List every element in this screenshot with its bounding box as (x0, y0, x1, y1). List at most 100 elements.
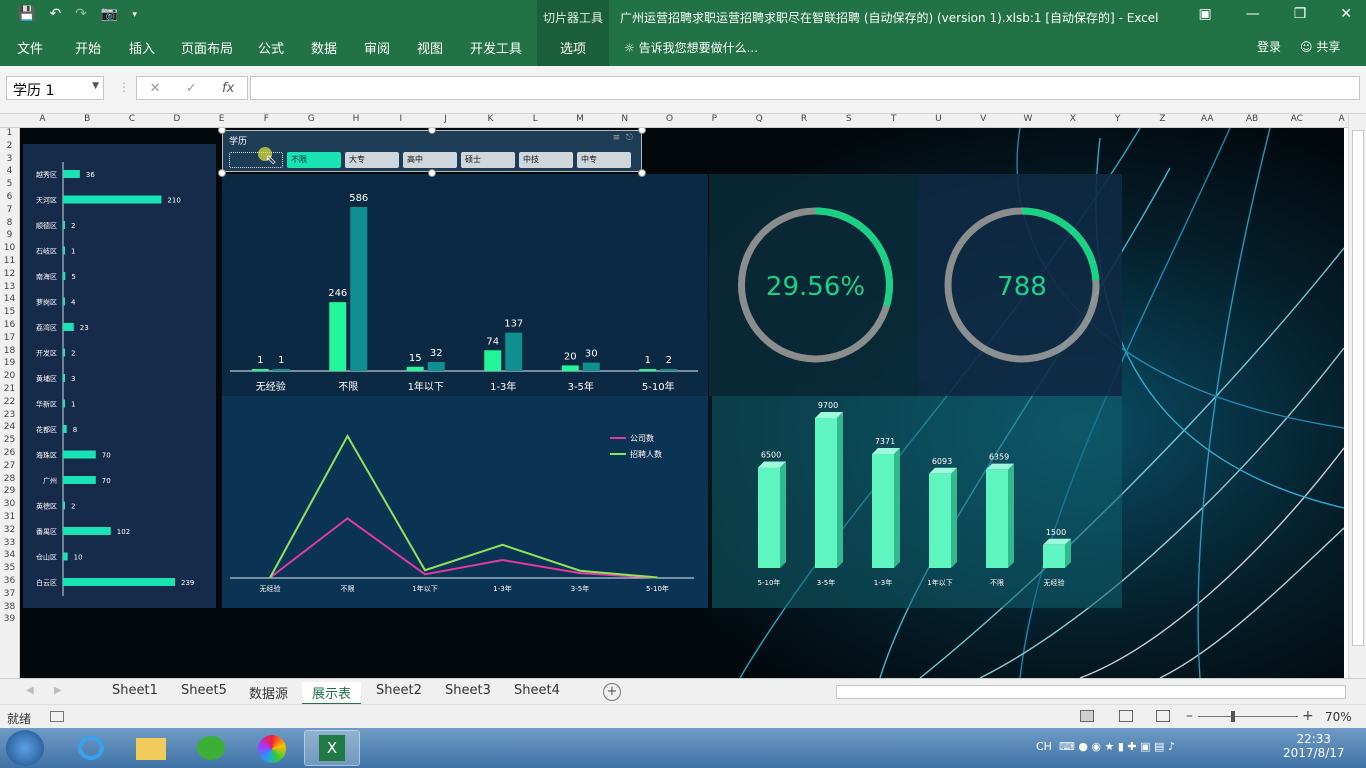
zoom-in-button[interactable]: + (1302, 708, 1314, 724)
zoom-slider-knob[interactable] (1231, 711, 1235, 722)
vertical-scrollbar[interactable] (1348, 114, 1366, 678)
page-break-view-icon[interactable] (1156, 710, 1170, 722)
row-header[interactable]: 39 (0, 614, 19, 624)
formula-input[interactable] (250, 76, 1360, 100)
row-header[interactable]: 4 (0, 166, 19, 176)
column-header[interactable]: AA (1185, 114, 1230, 124)
save-icon[interactable]: 💾 (18, 6, 35, 22)
row-header[interactable]: 26 (0, 448, 19, 458)
scroll-left-icon[interactable]: ◀ (26, 685, 34, 696)
share-button[interactable]: ☺ 共享 (1294, 35, 1346, 58)
row-header[interactable]: 23 (0, 410, 19, 420)
column-header[interactable]: F (244, 114, 289, 124)
slicer-item[interactable]: 中技 (519, 152, 573, 168)
column-header[interactable]: B (65, 114, 110, 124)
row-header[interactable]: 11 (0, 256, 19, 266)
scroll-right-icon[interactable]: ▶ (54, 685, 62, 696)
row-header[interactable]: 31 (0, 512, 19, 522)
row-header[interactable]: 2 (0, 141, 19, 151)
photos-icon[interactable] (244, 730, 300, 766)
row-header[interactable]: 21 (0, 384, 19, 394)
zoom-level[interactable]: 70% (1325, 710, 1352, 724)
row-header[interactable]: 13 (0, 282, 19, 292)
tab-formulas[interactable]: 公式 (258, 38, 284, 57)
column-header[interactable]: Q (737, 114, 782, 124)
row-header[interactable]: 8 (0, 218, 19, 228)
column-header[interactable]: K (468, 114, 513, 124)
enter-icon[interactable]: ✓ (186, 81, 197, 96)
column-header[interactable]: I (378, 114, 423, 124)
row-header[interactable]: 19 (0, 358, 19, 368)
row-header[interactable]: 6 (0, 192, 19, 202)
slicer-item[interactable]: 不限 (287, 152, 341, 168)
row-header[interactable]: 5 (0, 179, 19, 189)
resize-handle[interactable] (638, 169, 646, 177)
column-header[interactable]: D (154, 114, 199, 124)
sheet-tab-sheet4[interactable]: Sheet4 (504, 682, 570, 699)
undo-icon[interactable]: ↶ (49, 6, 61, 22)
multi-select-icon[interactable]: ≡ (613, 133, 621, 143)
row-header[interactable]: 32 (0, 525, 19, 535)
normal-view-icon[interactable] (1080, 710, 1094, 722)
column-header[interactable]: U (916, 114, 961, 124)
zoom-out-button[interactable]: – (1186, 708, 1193, 724)
row-header[interactable]: 22 (0, 397, 19, 407)
column-header[interactable]: N (602, 114, 647, 124)
slicer-item[interactable]: 硕士 (461, 152, 515, 168)
customize-qat-icon[interactable]: ▾ (132, 10, 137, 22)
column-header[interactable]: X (1050, 114, 1095, 124)
column-header[interactable]: AC (1274, 114, 1319, 124)
macro-record-icon[interactable] (50, 711, 64, 722)
column-header[interactable]: V (961, 114, 1006, 124)
excel-taskbar-icon[interactable]: X (304, 730, 360, 766)
system-clock[interactable]: 22:33 2017/8/17 (1283, 732, 1345, 760)
column-header[interactable]: T (871, 114, 916, 124)
column-header[interactable]: J (423, 114, 468, 124)
row-header[interactable]: 18 (0, 346, 19, 356)
row-header[interactable]: 17 (0, 333, 19, 343)
row-header[interactable]: 35 (0, 563, 19, 573)
column-header[interactable]: P (692, 114, 737, 124)
column-header[interactable]: W (1006, 114, 1051, 124)
tab-file[interactable]: 文件 (17, 38, 43, 57)
row-header[interactable]: 16 (0, 320, 19, 330)
tab-developer[interactable]: 开发工具 (470, 38, 522, 57)
cancel-icon[interactable]: ✕ (150, 81, 161, 96)
row-header[interactable]: 38 (0, 602, 19, 612)
column-header[interactable]: A (20, 114, 65, 124)
ime-indicator[interactable]: CH (1036, 740, 1052, 753)
column-header[interactable]: L (513, 114, 558, 124)
column-header[interactable]: Y (1095, 114, 1140, 124)
slicer-item[interactable]: 大专 (345, 152, 399, 168)
column-header[interactable]: S (826, 114, 871, 124)
column-header[interactable]: H (334, 114, 379, 124)
column-header[interactable]: M (558, 114, 603, 124)
row-header[interactable]: 34 (0, 550, 19, 560)
column-header[interactable]: AB (1230, 114, 1275, 124)
row-header[interactable]: 30 (0, 499, 19, 509)
resize-handle[interactable] (218, 169, 226, 177)
resize-handle[interactable] (428, 169, 436, 177)
sheet-tab-data-source[interactable]: 数据源 (239, 682, 298, 703)
row-header[interactable]: 14 (0, 294, 19, 304)
zoom-slider[interactable] (1198, 716, 1298, 717)
login-link[interactable]: 登录 (1257, 38, 1281, 55)
page-layout-view-icon[interactable] (1119, 710, 1133, 722)
column-header[interactable]: G (289, 114, 334, 124)
start-button[interactable] (6, 730, 44, 766)
row-header[interactable]: 3 (0, 154, 19, 164)
row-header[interactable]: 37 (0, 589, 19, 599)
row-header[interactable]: 12 (0, 269, 19, 279)
row-header[interactable]: 15 (0, 307, 19, 317)
close-icon[interactable]: ✕ (1340, 6, 1352, 22)
slicer-item[interactable]: 高中 (403, 152, 457, 168)
tab-page-layout[interactable]: 页面布局 (181, 38, 233, 57)
row-header[interactable]: 7 (0, 205, 19, 215)
row-header[interactable]: 9 (0, 230, 19, 240)
tab-insert[interactable]: 插入 (129, 38, 155, 57)
camera-icon[interactable]: 📷 (101, 6, 118, 22)
row-header[interactable]: 27 (0, 461, 19, 471)
tab-view[interactable]: 视图 (417, 38, 443, 57)
slicer-item[interactable]: 中专 (577, 152, 631, 168)
column-header[interactable]: E (199, 114, 244, 124)
